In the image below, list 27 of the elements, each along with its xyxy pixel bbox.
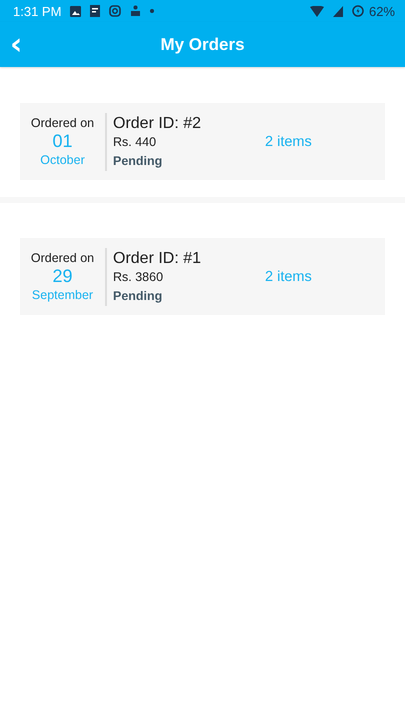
item-count: 2 items xyxy=(265,268,312,284)
person-icon xyxy=(130,5,142,17)
order-price: Rs. 440 xyxy=(113,135,158,149)
wifi-icon xyxy=(310,6,324,16)
status-time: 1:31 PM xyxy=(13,4,62,18)
order-status: Pending xyxy=(113,154,164,168)
ordered-on-label: Ordered on xyxy=(30,251,94,265)
dot-icon xyxy=(150,9,154,13)
order-day: 29 xyxy=(52,266,73,287)
order-price: Rs. 3860 xyxy=(113,270,164,284)
document-icon xyxy=(90,5,100,17)
order-day: 01 xyxy=(52,131,73,152)
order-id: Order ID: #1 xyxy=(113,250,202,268)
battery-percentage: 62% xyxy=(368,4,395,18)
signal-icon xyxy=(332,6,343,16)
order-card[interactable]: Ordered on 01 October Order ID: #2 Rs. 440 Pending 2 items xyxy=(20,103,385,180)
order-status: Pending xyxy=(113,289,164,303)
camera-icon xyxy=(109,5,122,17)
order-card[interactable]: Ordered on 29 September Order ID: #1 Rs. 3860 Pending 2 items xyxy=(20,238,385,315)
item-count: 2 items xyxy=(265,134,312,150)
order-id: Order ID: #2 xyxy=(113,115,202,133)
order-month: September xyxy=(32,288,94,302)
page-title: My Orders xyxy=(160,34,245,54)
ordered-on-label: Ordered on xyxy=(30,116,94,130)
battery-saver-icon xyxy=(352,5,364,17)
order-month: October xyxy=(40,153,85,167)
image-icon xyxy=(70,6,82,16)
